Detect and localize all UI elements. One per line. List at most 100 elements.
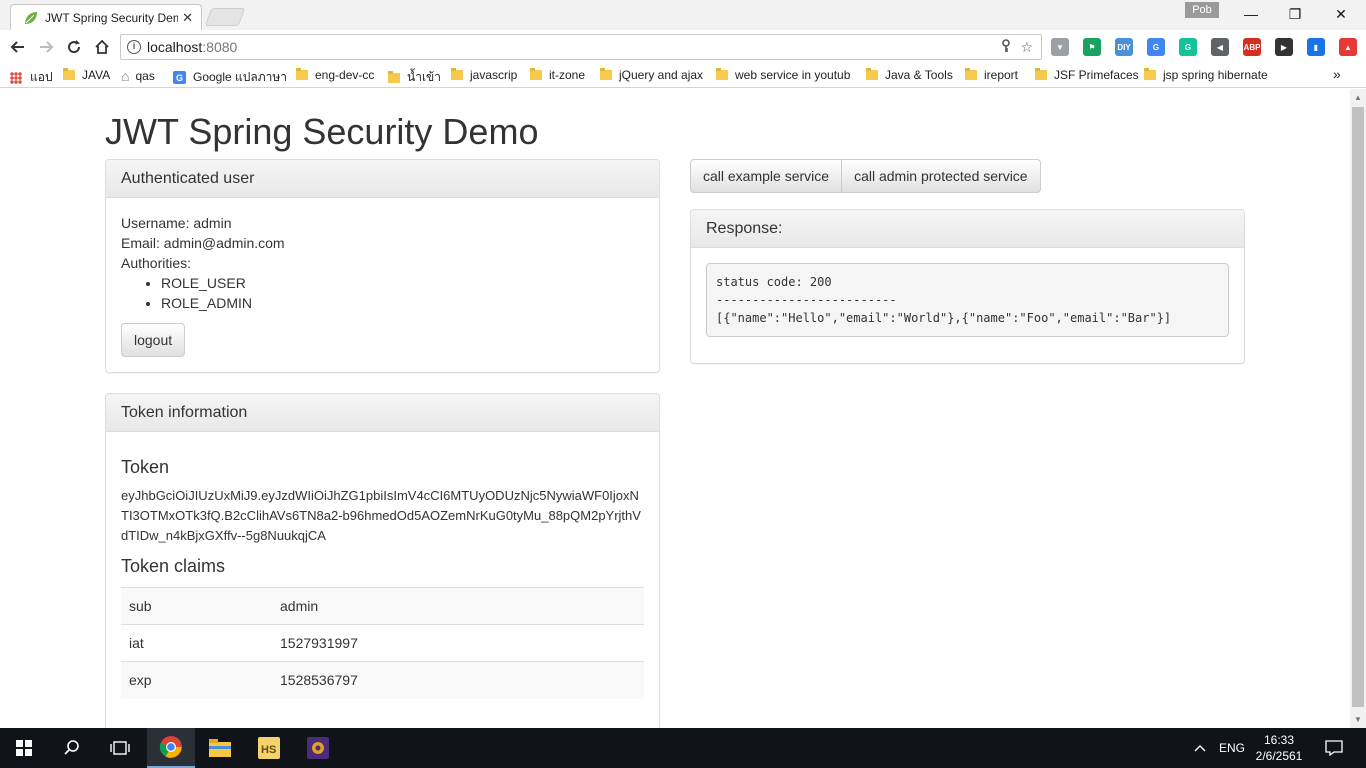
bookmark-item[interactable]: G Google แปลภาษา (173, 68, 287, 87)
diy-icon[interactable]: DIY (1115, 38, 1133, 56)
panel-heading: Response: (691, 210, 1244, 248)
search-icon[interactable] (48, 728, 96, 768)
response-panel: Response: status code: 200 -------------… (690, 209, 1245, 364)
back-arrow-icon[interactable] (7, 36, 29, 58)
bookmark-label: eng-dev-cc (315, 68, 375, 82)
vue-devtools-icon[interactable]: ▼ (1051, 38, 1069, 56)
call-example-service-button[interactable]: call example service (690, 159, 843, 193)
clock-time: 16:33 (1263, 733, 1295, 747)
bookmark-item[interactable]: eng-dev-cc (296, 68, 374, 82)
logout-button[interactable]: logout (121, 323, 186, 357)
tab-title: JWT Spring Security Dem (45, 10, 179, 25)
bookmark-item[interactable]: แอป (10, 68, 53, 87)
scroll-up-icon[interactable]: ▲ (1354, 93, 1362, 102)
response-output: status code: 200 -----------------------… (706, 263, 1229, 337)
windows-start-icon[interactable] (0, 728, 48, 768)
notification-icon[interactable] (1325, 728, 1343, 768)
claim-value: 1528536797 (272, 661, 644, 699)
call-admin-service-button[interactable]: call admin protected service (842, 159, 1041, 193)
authorities-label: Authorities: (121, 255, 192, 271)
bookmark-item[interactable]: it-zone (530, 68, 585, 82)
bookmark-item[interactable]: น้ำเข้า (388, 68, 441, 87)
bookmark-label: qas (135, 69, 155, 83)
clock[interactable]: 16:33 2/6/2561 (1254, 732, 1304, 764)
bookmark-label: JAVA (82, 68, 111, 82)
address-bar[interactable]: i localhost:8080 ☆ (120, 34, 1042, 60)
bookmark-label: Java & Tools (885, 68, 953, 82)
key-icon[interactable] (1000, 38, 1012, 56)
grammarly-icon[interactable]: G (1179, 38, 1197, 56)
response-status: status code: 200 (716, 275, 832, 289)
scroll-down-icon[interactable]: ▼ (1354, 715, 1362, 724)
youtube-icon[interactable]: ▶ (1275, 38, 1293, 56)
bookmark-item[interactable]: JAVA (63, 68, 110, 82)
panel-body: Username: admin Email: admin@admin.com A… (106, 198, 659, 372)
folder-icon (866, 68, 878, 80)
forward-arrow-icon[interactable] (35, 36, 57, 58)
folder-icon (63, 68, 75, 80)
scrollbar-thumb[interactable] (1352, 107, 1364, 707)
new-tab-button[interactable] (204, 8, 246, 26)
chrome-taskbar-icon[interactable] (147, 728, 195, 768)
close-window-button[interactable]: ✕ (1318, 0, 1364, 28)
panel-heading: Authenticated user (106, 160, 659, 198)
media-app-icon[interactable] (294, 728, 342, 768)
folder-icon (451, 68, 463, 80)
home-icon[interactable] (91, 36, 113, 58)
token-claims-heading: Token claims (121, 556, 226, 576)
megaphone-icon[interactable]: ◀ (1211, 38, 1229, 56)
reload-icon[interactable] (63, 36, 85, 58)
home-icon: ⌂ (121, 68, 130, 84)
spring-leaf-icon (23, 10, 39, 26)
bookmark-item[interactable]: javascrip (451, 68, 517, 82)
folder-icon (530, 68, 542, 80)
info-icon[interactable]: i (127, 40, 141, 54)
bookmark-label: JSF Primefaces (1054, 68, 1139, 82)
bookmark-item[interactable]: Java & Tools (866, 68, 953, 82)
claim-key: exp (121, 661, 272, 699)
table-row: sub admin (121, 587, 644, 625)
bookmark-label: แอป (30, 70, 53, 84)
email-text: Email: admin@admin.com (121, 235, 285, 251)
heidisql-icon[interactable]: HS (245, 728, 293, 768)
response-body: [{"name":"Hello","email":"World"},{"name… (716, 311, 1172, 325)
profile-badge[interactable]: Pob (1185, 2, 1219, 18)
page-scrollbar[interactable]: ▲ ▼ (1350, 89, 1366, 728)
url-port: :8080 (202, 39, 238, 55)
star-icon[interactable]: ☆ (1020, 39, 1033, 56)
panel-body: status code: 200 -----------------------… (691, 248, 1244, 352)
bookmark-item[interactable]: jQuery and ajax (600, 68, 703, 82)
bookmark-item[interactable]: web service in youtub (716, 68, 850, 82)
upload-icon[interactable]: ▲ (1339, 38, 1357, 56)
authorities-list: ROLE_USER ROLE_ADMIN (161, 273, 644, 313)
folder-icon (388, 70, 400, 83)
bookmark-label: javascrip (470, 68, 518, 82)
folder-icon (1035, 68, 1047, 80)
bookmark-item[interactable]: JSF Primefaces (1035, 68, 1139, 82)
bookmark-icon[interactable]: ▮ (1307, 38, 1325, 56)
bookmarks-overflow-icon[interactable]: » (1333, 66, 1341, 82)
windows-taskbar: HS ENG 16:33 2/6/2561 (0, 728, 1366, 768)
flag-icon[interactable]: ⚑ (1083, 38, 1101, 56)
tray-chevron-icon[interactable] (1194, 728, 1206, 768)
tab-close-icon[interactable]: ✕ (182, 10, 193, 26)
claim-key: sub (121, 587, 272, 625)
folder-icon (965, 68, 977, 80)
folder-icon (716, 68, 728, 80)
browser-tab-active[interactable]: JWT Spring Security Dem ✕ (10, 4, 202, 30)
page-content: JWT Spring Security Demo Authenticated u… (0, 89, 1350, 728)
restore-button[interactable]: ❐ (1272, 0, 1318, 28)
file-explorer-icon[interactable] (196, 728, 244, 768)
authority-item: ROLE_ADMIN (161, 293, 644, 313)
bookmark-item[interactable]: ⌂ qas (121, 68, 155, 84)
adblock-plus-icon[interactable]: ABP (1243, 38, 1261, 56)
google-translate-icon[interactable]: G (1147, 38, 1165, 56)
minimize-button[interactable]: — (1228, 0, 1274, 28)
bookmark-item[interactable]: jsp spring hibernate (1144, 68, 1268, 82)
url-text[interactable]: localhost:8080 (147, 39, 1000, 55)
page-title: JWT Spring Security Demo (105, 111, 539, 152)
bookmark-item[interactable]: ireport (965, 68, 1018, 82)
folder-icon (1144, 68, 1156, 80)
task-view-icon[interactable] (96, 728, 144, 768)
language-indicator[interactable]: ENG (1219, 728, 1245, 768)
